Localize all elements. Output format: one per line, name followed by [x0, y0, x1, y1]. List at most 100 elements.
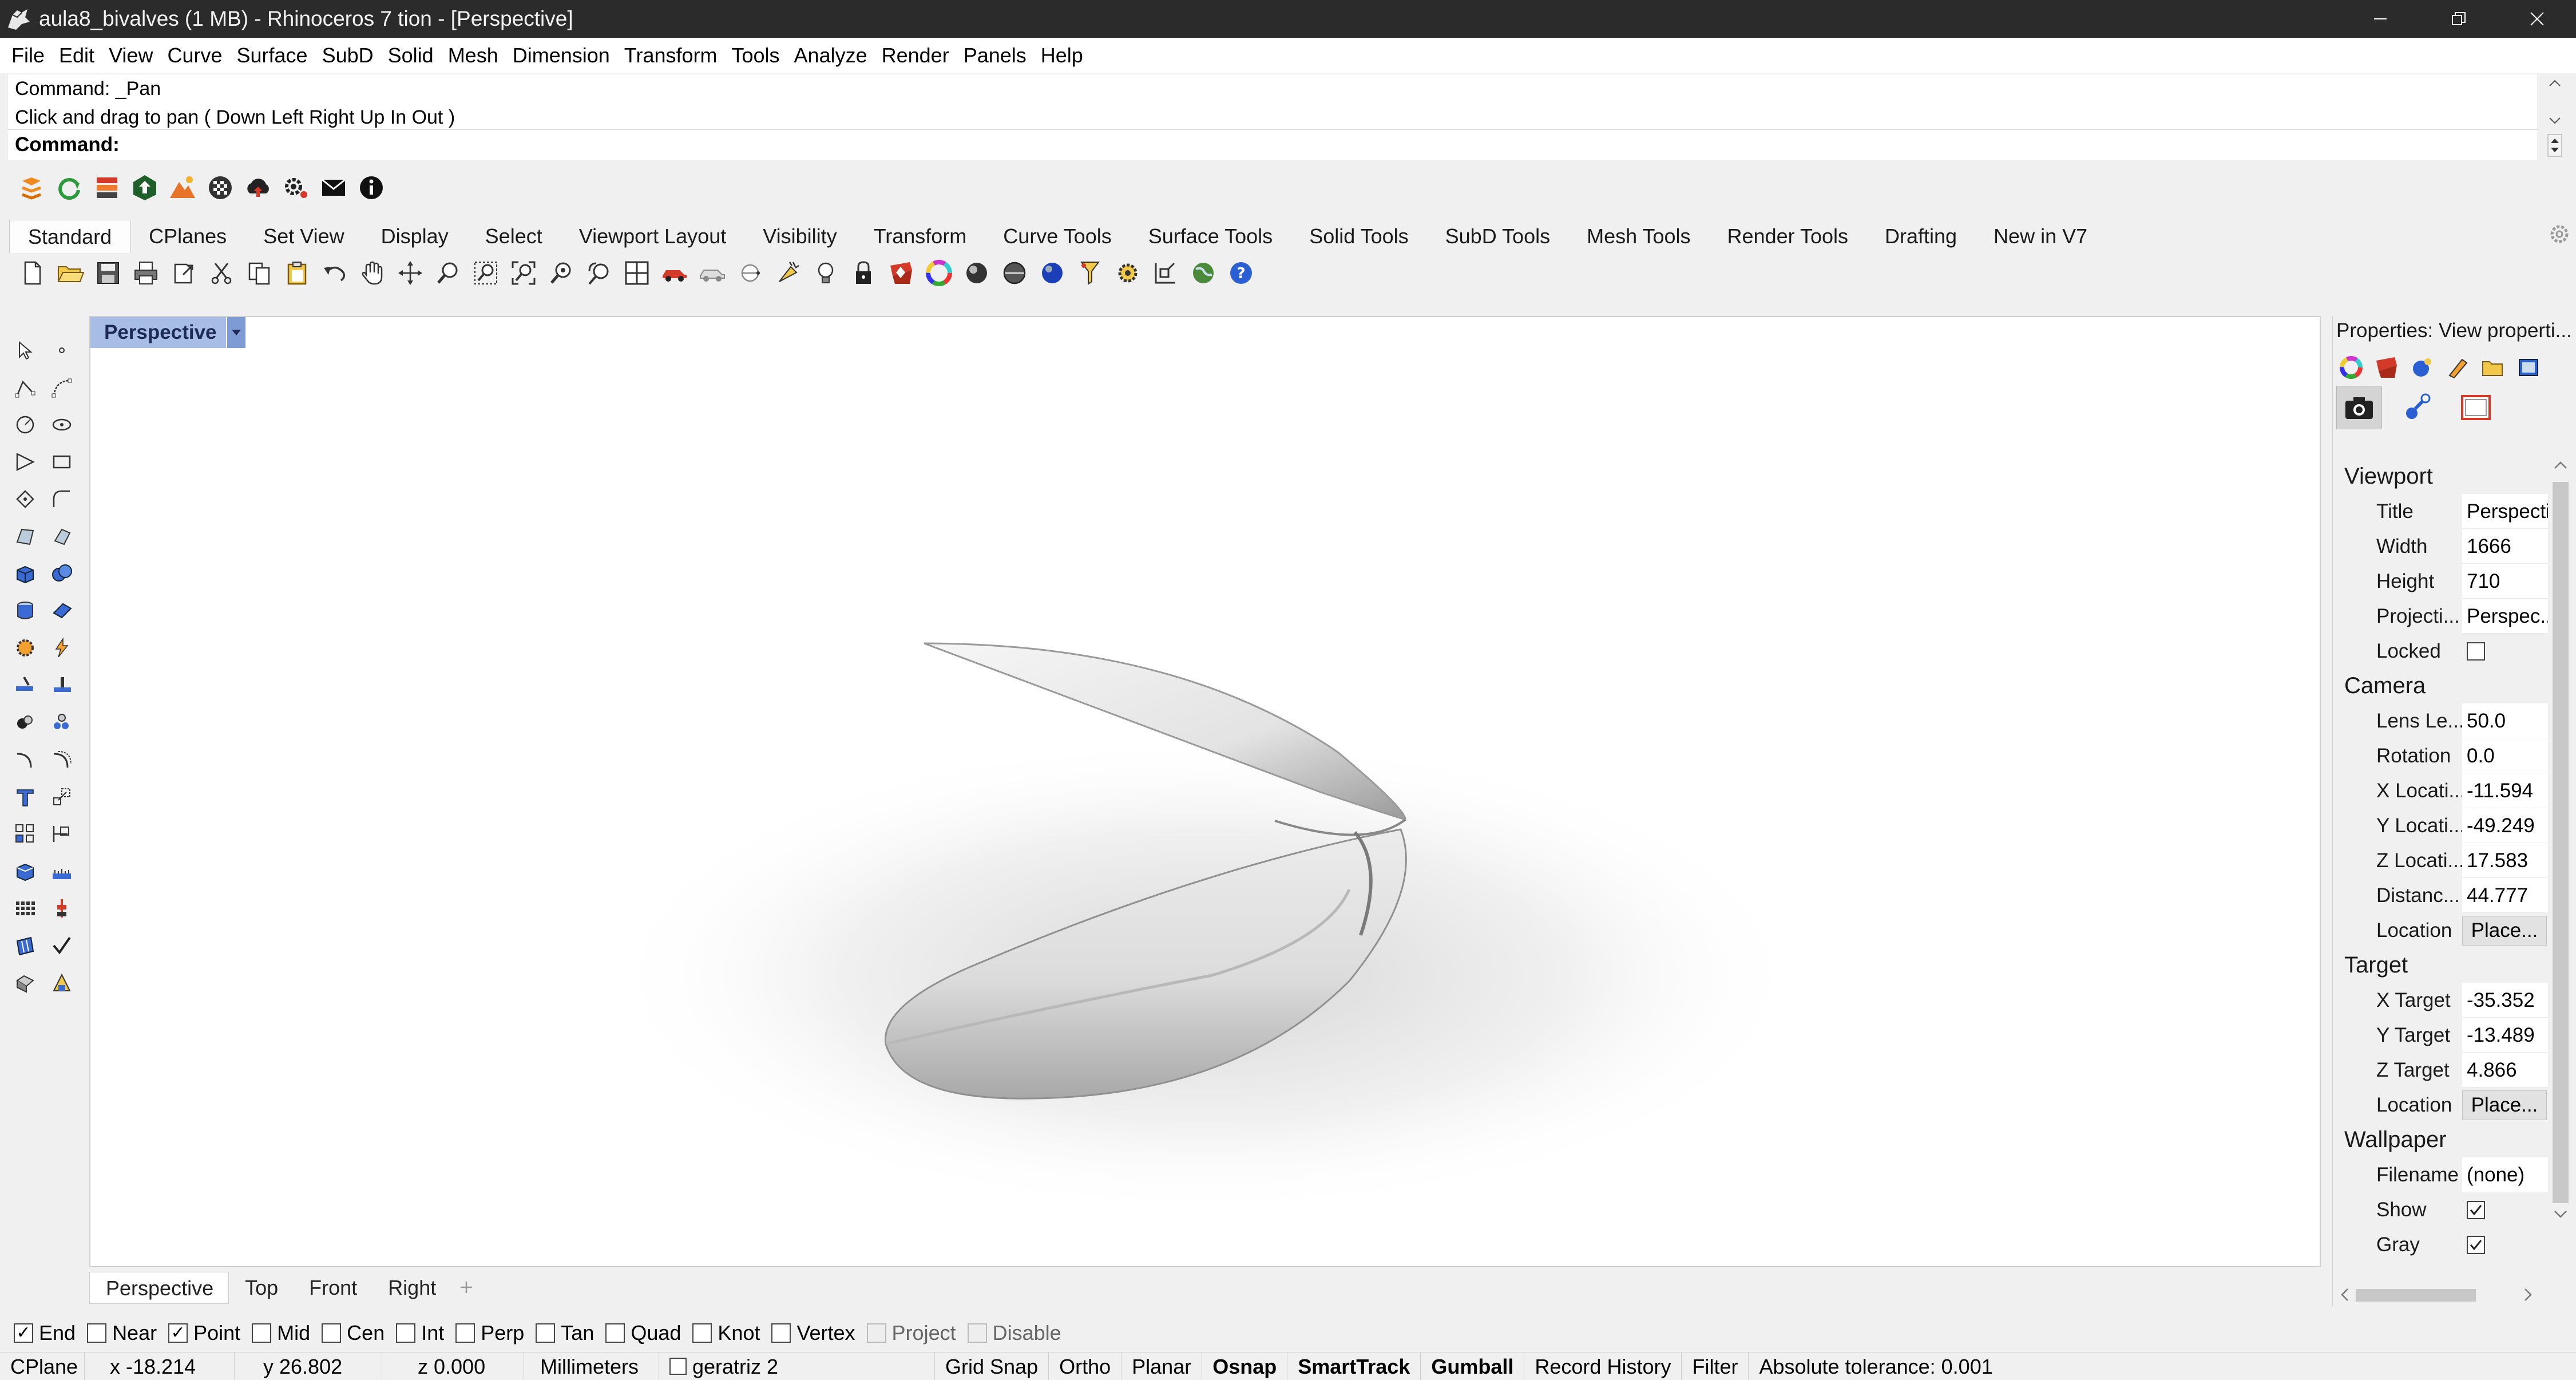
- tab-display[interactable]: Display: [363, 220, 467, 253]
- polygon-icon[interactable]: [7, 481, 43, 517]
- environment-panel-icon[interactable]: [2406, 351, 2438, 383]
- osnap-perp[interactable]: Perp: [455, 1321, 524, 1345]
- grid-array-icon[interactable]: [7, 890, 43, 927]
- menu-render[interactable]: Render: [877, 44, 959, 68]
- zoom-icon[interactable]: [430, 255, 466, 291]
- status-smarttrack[interactable]: SmartTrack: [1287, 1352, 1421, 1380]
- chevron-left-icon[interactable]: [2339, 1287, 2350, 1303]
- viewport-tab-right[interactable]: Right: [372, 1272, 451, 1304]
- color-wheel-panel-icon[interactable]: [2335, 351, 2367, 383]
- paste-icon[interactable]: [279, 255, 315, 291]
- save-icon[interactable]: [90, 255, 126, 291]
- light-bulb-icon[interactable]: [808, 255, 843, 291]
- osnap-knot[interactable]: Knot: [692, 1321, 760, 1345]
- property-value-lens-length[interactable]: 50.0: [2462, 703, 2548, 738]
- tab-set-view[interactable]: Set View: [245, 220, 362, 253]
- horizontal-scrollbar-thumb[interactable]: [2356, 1289, 2476, 1302]
- blend-edge-icon[interactable]: [43, 741, 80, 778]
- properties-tab-camera[interactable]: [2336, 386, 2382, 429]
- tab-render-tools[interactable]: Render Tools: [1709, 220, 1866, 253]
- info-icon[interactable]: [355, 171, 388, 204]
- property-value-y-target[interactable]: -13.489: [2462, 1018, 2548, 1053]
- osnap-point-checkbox[interactable]: ✓: [168, 1323, 188, 1343]
- tab-select[interactable]: Select: [467, 220, 561, 253]
- box-solid-icon[interactable]: [7, 555, 43, 592]
- status-planar[interactable]: Planar: [1121, 1352, 1203, 1380]
- osnap-vertex-checkbox[interactable]: [771, 1323, 791, 1343]
- options-gear-icon[interactable]: [279, 171, 312, 204]
- tab-viewport-layout[interactable]: Viewport Layout: [561, 220, 745, 253]
- command-history-scrollbar[interactable]: [2541, 74, 2569, 129]
- help-icon[interactable]: ?: [1223, 255, 1259, 291]
- show-checkbox[interactable]: [2467, 1200, 2485, 1219]
- osnap-vertex[interactable]: Vertex: [771, 1321, 855, 1345]
- repeat-command-icon[interactable]: [15, 171, 48, 204]
- menu-edit[interactable]: Edit: [54, 44, 104, 68]
- target-place-button[interactable]: Place...: [2462, 1090, 2547, 1120]
- render-preview-icon[interactable]: [7, 964, 43, 1001]
- undo-view-icon[interactable]: [581, 255, 617, 291]
- viewport-tab-perspective[interactable]: Perspective: [89, 1272, 229, 1304]
- osnap-disable-checkbox[interactable]: [967, 1323, 987, 1343]
- dimension-icon[interactable]: [1148, 255, 1183, 291]
- undo-icon[interactable]: [317, 255, 352, 291]
- status-gumball[interactable]: Gumball: [1421, 1352, 1525, 1380]
- properties-tab-viewport-frame[interactable]: [2453, 386, 2499, 429]
- osnap-mid[interactable]: Mid: [252, 1321, 310, 1345]
- rotate-view-icon[interactable]: [393, 255, 428, 291]
- property-value-x-target[interactable]: -35.352: [2462, 983, 2548, 1018]
- status-filter[interactable]: Filter: [1682, 1352, 1749, 1380]
- point-icon[interactable]: [43, 332, 80, 369]
- email-icon[interactable]: [317, 171, 350, 204]
- boolean-union-icon[interactable]: [43, 555, 80, 592]
- menu-panels[interactable]: Panels: [959, 44, 1036, 68]
- status-ortho[interactable]: Ortho: [1049, 1352, 1122, 1380]
- material-panel-icon[interactable]: [2371, 351, 2403, 383]
- color-wheel-icon[interactable]: [921, 255, 957, 291]
- add-viewport-tab-button[interactable]: [451, 1276, 474, 1300]
- chevron-up-icon[interactable]: [2549, 79, 2561, 87]
- scrollbar-thumb[interactable]: [2553, 482, 2569, 1203]
- zoom-window-icon[interactable]: [468, 255, 504, 291]
- tab-mesh-tools[interactable]: Mesh Tools: [1568, 220, 1709, 253]
- property-value-title[interactable]: Perspecti...: [2462, 494, 2548, 529]
- menu-analyze[interactable]: Analyze: [790, 44, 877, 68]
- select-arrow-icon[interactable]: [7, 332, 43, 369]
- property-value-rotation[interactable]: 0.0: [2462, 738, 2548, 773]
- lights-icon[interactable]: [770, 255, 806, 291]
- osnap-disable[interactable]: Disable: [967, 1321, 1061, 1345]
- menu-mesh[interactable]: Mesh: [443, 44, 508, 68]
- tab-standard[interactable]: Standard: [9, 220, 131, 253]
- four-viewports-icon[interactable]: [619, 255, 655, 291]
- pan-hand-icon[interactable]: [355, 255, 390, 291]
- array-icon[interactable]: [7, 816, 43, 852]
- property-value-z-location[interactable]: 17.583: [2462, 843, 2548, 878]
- viewport-title-tab[interactable]: Perspective: [90, 317, 245, 348]
- earth-render-icon[interactable]: [1186, 255, 1221, 291]
- osnap-quad[interactable]: Quad: [605, 1321, 681, 1345]
- refresh-icon[interactable]: [53, 171, 86, 204]
- tab-cplanes[interactable]: CPlanes: [130, 220, 245, 253]
- new-file-icon[interactable]: [15, 255, 50, 291]
- camera-place-button[interactable]: Place...: [2462, 915, 2547, 946]
- menu-file[interactable]: File: [7, 44, 54, 68]
- osnap-cen[interactable]: Cen: [322, 1321, 385, 1345]
- menu-dimension[interactable]: Dimension: [508, 44, 620, 68]
- viewport-title[interactable]: Perspective: [90, 321, 226, 344]
- analyze-surface-icon[interactable]: [7, 927, 43, 964]
- status-record-history[interactable]: Record History: [1524, 1352, 1682, 1380]
- extrude-surface-icon[interactable]: [43, 518, 80, 555]
- property-value-y-location[interactable]: -49.249: [2462, 808, 2548, 843]
- check-icon[interactable]: [43, 927, 80, 964]
- restore-button[interactable]: [2419, 0, 2498, 38]
- menu-solid[interactable]: Solid: [383, 44, 443, 68]
- tab-new-in-v7[interactable]: New in V7: [1975, 220, 2106, 253]
- fillet-edge-icon[interactable]: [7, 741, 43, 778]
- osnap-tan-checkbox[interactable]: [536, 1323, 556, 1343]
- cylinder-icon[interactable]: [7, 592, 43, 629]
- osnap-int-checkbox[interactable]: [396, 1323, 416, 1343]
- menu-curve[interactable]: Curve: [163, 44, 232, 68]
- chevron-right-icon[interactable]: [2523, 1287, 2534, 1303]
- rendering-panel-icon[interactable]: [2512, 351, 2545, 383]
- fillet-curve-icon[interactable]: [43, 481, 80, 517]
